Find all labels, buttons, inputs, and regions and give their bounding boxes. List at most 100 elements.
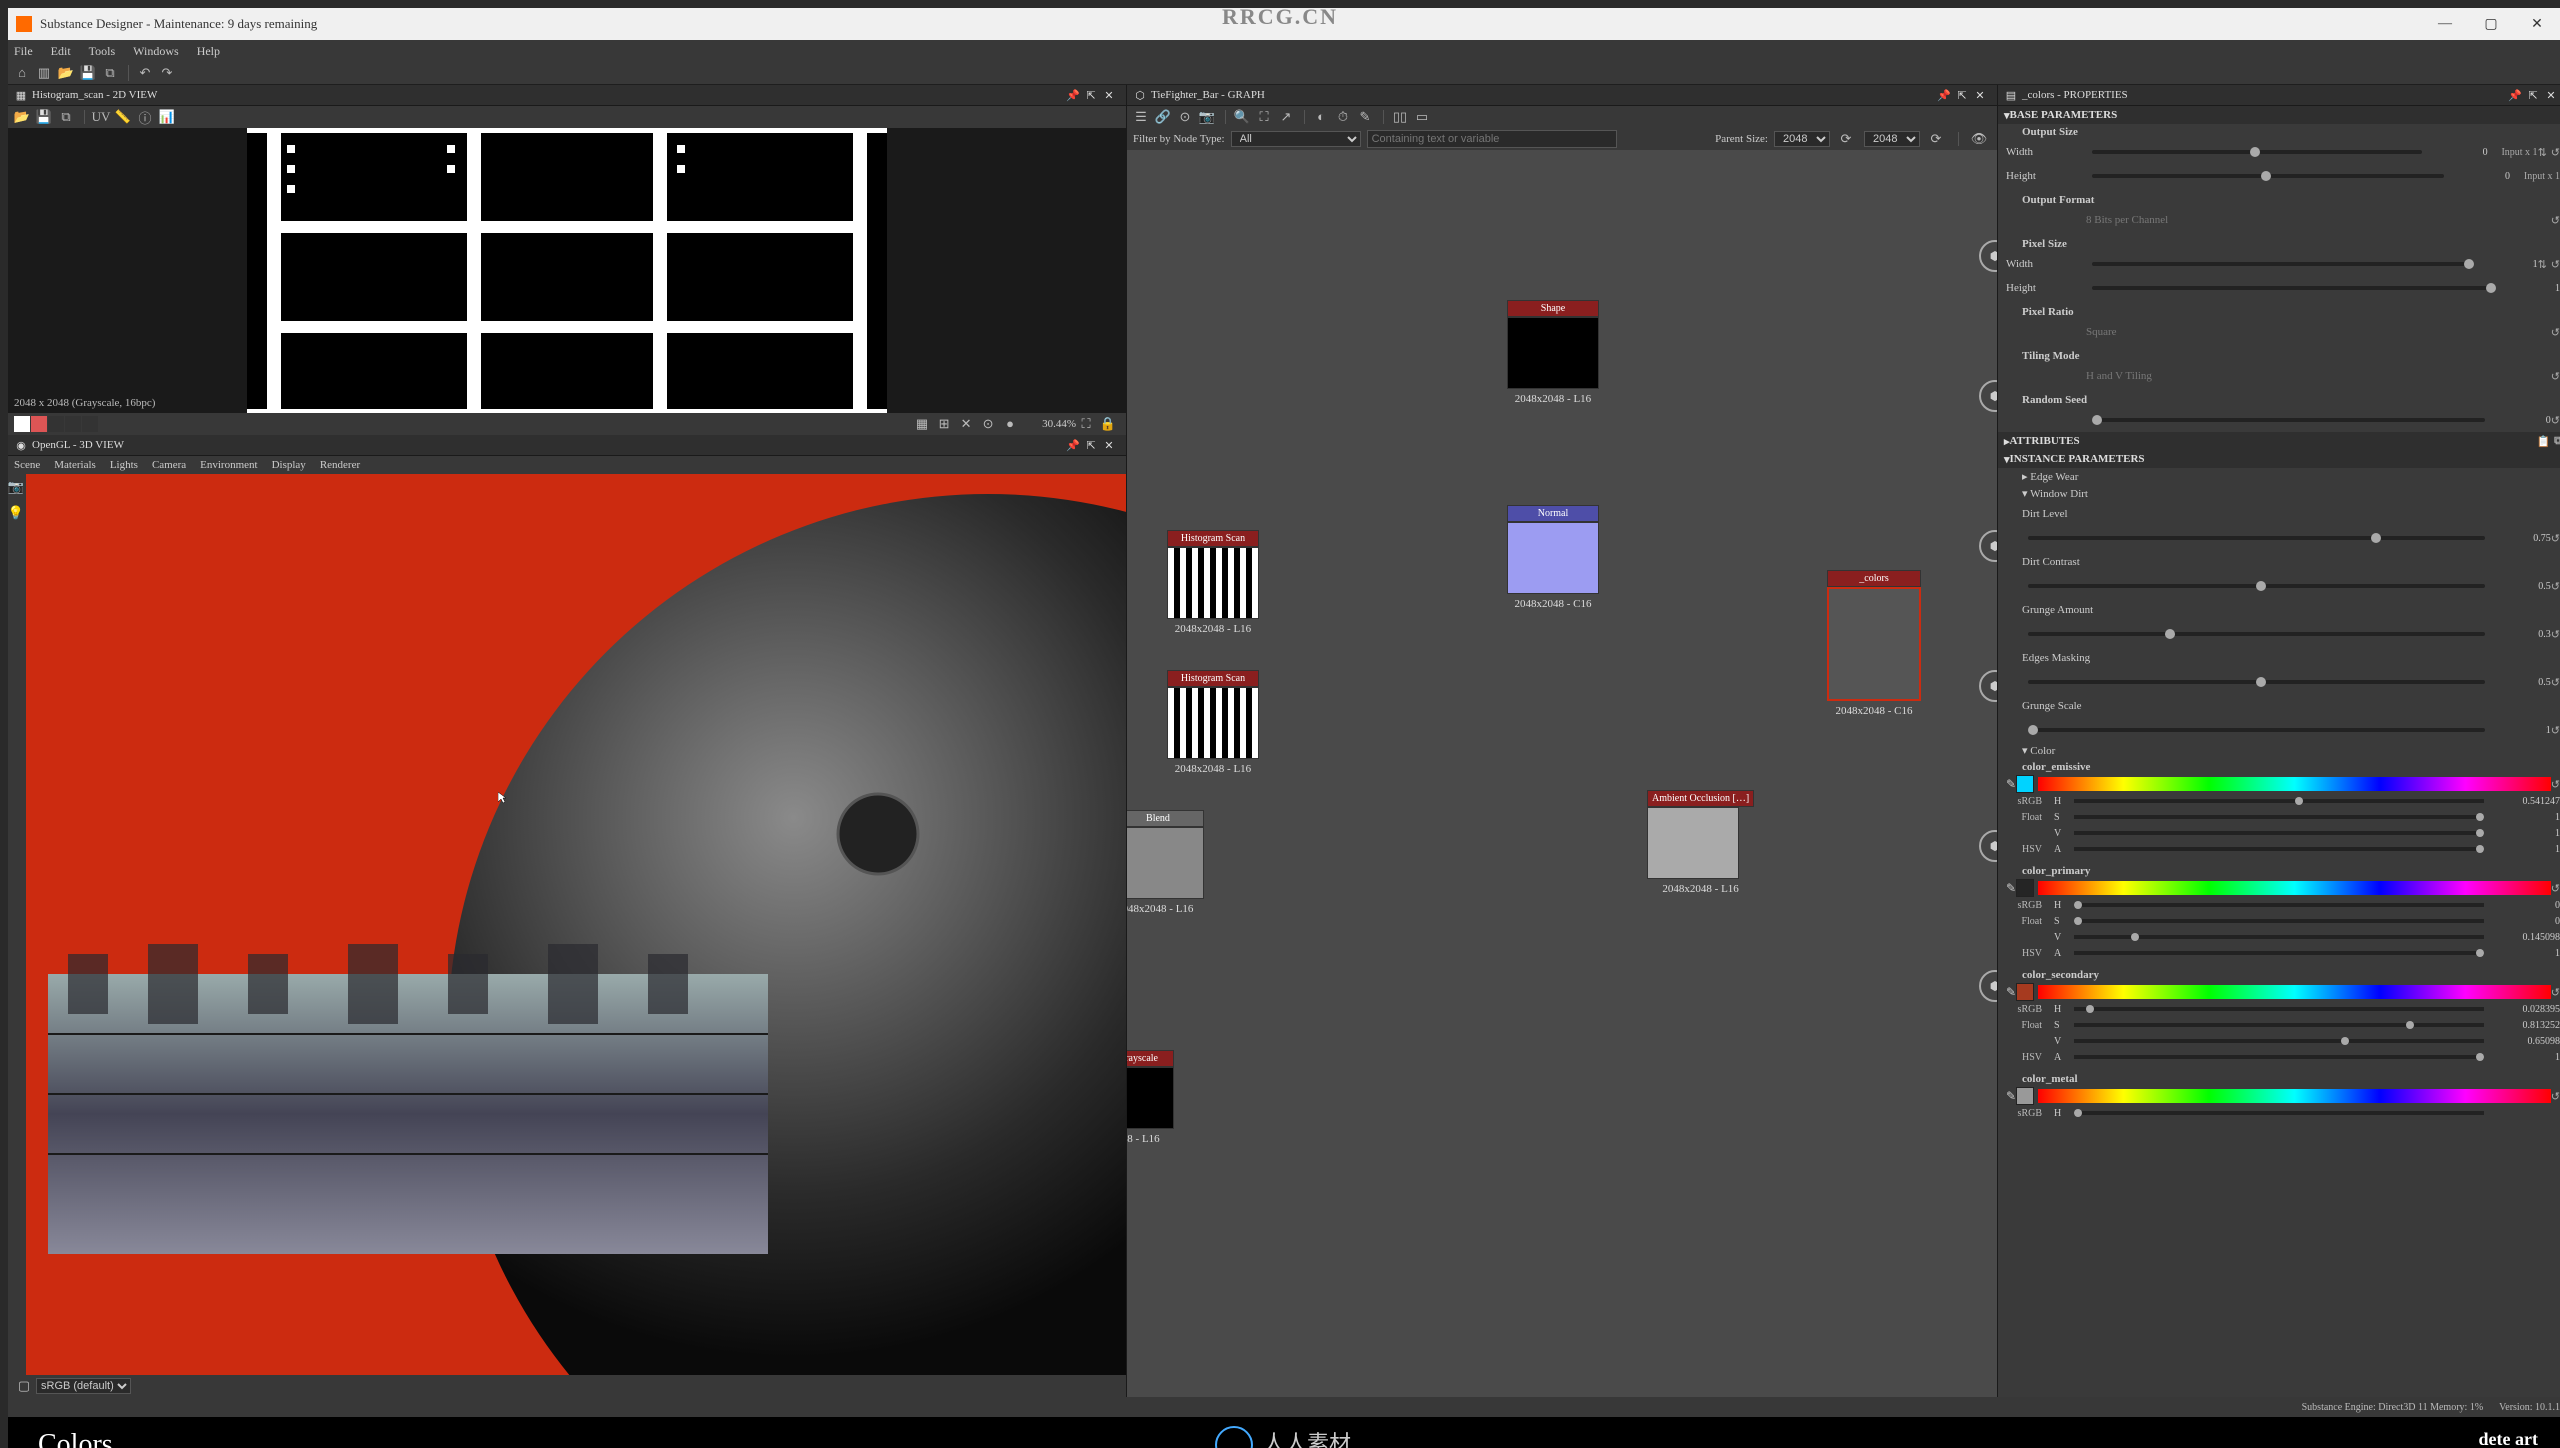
menu-lights[interactable]: Lights: [110, 459, 138, 471]
primary-swatch[interactable]: [2016, 879, 2034, 897]
open2d-icon[interactable]: 📂: [12, 108, 32, 126]
reset-of-icon[interactable]: ↺: [2551, 214, 2560, 227]
cs-a-slider[interactable]: [2074, 1055, 2484, 1059]
swatch-icon[interactable]: ▢: [14, 1377, 34, 1395]
view-2d-canvas[interactable]: 2048 x 2048 (Grayscale, 16bpc): [8, 128, 1126, 413]
paste-attr-icon[interactable]: 📋: [2536, 435, 2550, 448]
reset-width-icon[interactable]: ↺: [2551, 146, 2560, 159]
reset-cp-icon[interactable]: ↺: [2551, 882, 2560, 895]
filter-type-select[interactable]: All: [1231, 131, 1361, 147]
annot-icon[interactable]: ✎: [1355, 108, 1375, 126]
link-width-icon[interactable]: ⇅: [2538, 146, 2547, 159]
home-icon[interactable]: ⌂: [12, 64, 32, 82]
dirt-contrast-slider[interactable]: [2028, 584, 2485, 588]
grid-icon[interactable]: ▦: [912, 415, 932, 433]
row-color-group[interactable]: ▾ Color: [1998, 742, 2560, 759]
graph-canvas[interactable]: Shape 2048x2048 - L16 Normal 2048x2048 -…: [1127, 150, 1997, 1397]
snapshot-icon[interactable]: 📷: [1197, 108, 1217, 126]
pin-icon[interactable]: 📌: [1066, 88, 1080, 102]
reset-em-icon[interactable]: ↺: [2551, 676, 2560, 689]
node-normal[interactable]: Normal 2048x2048 - C16: [1507, 505, 1599, 610]
redo-icon[interactable]: ↷: [157, 64, 177, 82]
reset-cm-icon[interactable]: ↺: [2551, 1090, 2560, 1103]
parent-size-select[interactable]: 2048: [1774, 131, 1830, 147]
eyedropper-cp-icon[interactable]: ✎: [2006, 881, 2016, 896]
saveall-icon[interactable]: ⧉: [100, 64, 120, 82]
reset-dc-icon[interactable]: ↺: [2551, 580, 2560, 593]
menu-edit[interactable]: Edit: [51, 44, 71, 59]
output-4[interactable]: ⬢: [1979, 670, 1997, 702]
view-3d-canvas[interactable]: 📷 💡: [8, 474, 1126, 1375]
output-3[interactable]: ⬢: [1979, 530, 1997, 562]
reset-cs-icon[interactable]: ↺: [2551, 986, 2560, 999]
reset-dl-icon[interactable]: ↺: [2551, 532, 2560, 545]
align2-icon[interactable]: ▭: [1412, 108, 1432, 126]
fit-icon[interactable]: ⛶: [1254, 108, 1274, 126]
tile-icon[interactable]: ⊞: [934, 415, 954, 433]
psw-slider[interactable]: [2092, 262, 2472, 266]
ruler-icon[interactable]: 📏: [113, 108, 133, 126]
dot-icon[interactable]: ●: [1000, 415, 1020, 433]
height-slider[interactable]: [2092, 174, 2444, 178]
ce-a-slider[interactable]: [2074, 847, 2484, 851]
menu-tools[interactable]: Tools: [89, 44, 116, 59]
seed-slider[interactable]: [2092, 418, 2485, 422]
cp-h-slider[interactable]: [2074, 903, 2484, 907]
row-edge-wear[interactable]: ▸ Edge Wear: [1998, 468, 2560, 485]
secondary-colorbar[interactable]: [2038, 985, 2551, 999]
arrow-icon[interactable]: ↗: [1276, 108, 1296, 126]
eyedropper-ce-icon[interactable]: ✎: [2006, 777, 2016, 792]
colorspace-select[interactable]: sRGB (default): [36, 1378, 131, 1394]
reset-pr-icon[interactable]: ↺: [2551, 326, 2560, 339]
popout-props-icon[interactable]: ⇱: [2526, 88, 2540, 102]
primary-colorbar[interactable]: [2038, 881, 2551, 895]
edges-masking-slider[interactable]: [2028, 680, 2485, 684]
pin-graph-icon[interactable]: 📌: [1937, 88, 1951, 102]
menu-help[interactable]: Help: [197, 44, 220, 59]
open-icon[interactable]: 📂: [56, 64, 76, 82]
save2d-icon[interactable]: 💾: [34, 108, 54, 126]
maximize-button[interactable]: ▢: [2468, 8, 2514, 40]
eyedropper-cm-icon[interactable]: ✎: [2006, 1089, 2016, 1104]
cp-s-slider[interactable]: [2074, 919, 2484, 923]
reset-tm-icon[interactable]: ↺: [2551, 370, 2560, 383]
reset-ga-icon[interactable]: ↺: [2551, 628, 2560, 641]
node-ao[interactable]: Ambient Occlusion […] 2048x2048 - L16: [1647, 790, 1754, 895]
uv-icon[interactable]: UV: [91, 108, 111, 126]
close-panel-icon[interactable]: ✕: [1102, 88, 1116, 102]
cp-a-slider[interactable]: [2074, 951, 2484, 955]
cs-v-slider[interactable]: [2074, 1039, 2484, 1043]
secondary-swatch[interactable]: [2016, 983, 2034, 1001]
pin3d-icon[interactable]: 📌: [1066, 438, 1080, 452]
light-icon[interactable]: 💡: [8, 504, 26, 522]
psh-slider[interactable]: [2092, 286, 2494, 290]
refresh-icon[interactable]: ⟳: [1836, 130, 1856, 148]
highlight-icon[interactable]: ◐: [1311, 108, 1331, 126]
undo-icon[interactable]: ↶: [135, 64, 155, 82]
node-histogram-scan-2[interactable]: Histogram Scan 2048x2048 - L16: [1167, 670, 1259, 775]
reset-gs-icon[interactable]: ↺: [2551, 724, 2560, 737]
lock-icon[interactable]: 🔒: [1098, 415, 1118, 433]
expand-icon[interactable]: ⛶: [1076, 415, 1096, 433]
section-base-parameters[interactable]: ▾ BASE PARAMETERS: [1998, 106, 2560, 124]
cp-v-slider[interactable]: [2074, 935, 2484, 939]
link-icon[interactable]: 🔗: [1153, 108, 1173, 126]
output-6[interactable]: ⬢: [1979, 970, 1997, 1002]
close-props-icon[interactable]: ✕: [2544, 88, 2558, 102]
ce-s-slider[interactable]: [2074, 815, 2484, 819]
metal-swatch[interactable]: [2016, 1087, 2034, 1105]
histogram-icon[interactable]: 📊: [157, 108, 177, 126]
ce-v-slider[interactable]: [2074, 831, 2484, 835]
channel-swatches[interactable]: [14, 416, 98, 432]
filter-text-input[interactable]: [1367, 130, 1617, 148]
output-2[interactable]: ⬢: [1979, 380, 1997, 412]
emissive-colorbar[interactable]: [2038, 777, 2551, 791]
reset-ce-icon[interactable]: ↺: [2551, 778, 2560, 791]
timing-icon[interactable]: ⏱: [1333, 108, 1353, 126]
metal-colorbar[interactable]: [2038, 1089, 2551, 1103]
section-instance-parameters[interactable]: ▾ INSTANCE PARAMETERS: [1998, 450, 2560, 468]
close-3d-icon[interactable]: ✕: [1102, 438, 1116, 452]
refresh2-icon[interactable]: ⟳: [1926, 130, 1946, 148]
node-shape[interactable]: Shape 2048x2048 - L16: [1507, 300, 1599, 405]
menu-display[interactable]: Display: [272, 459, 306, 471]
